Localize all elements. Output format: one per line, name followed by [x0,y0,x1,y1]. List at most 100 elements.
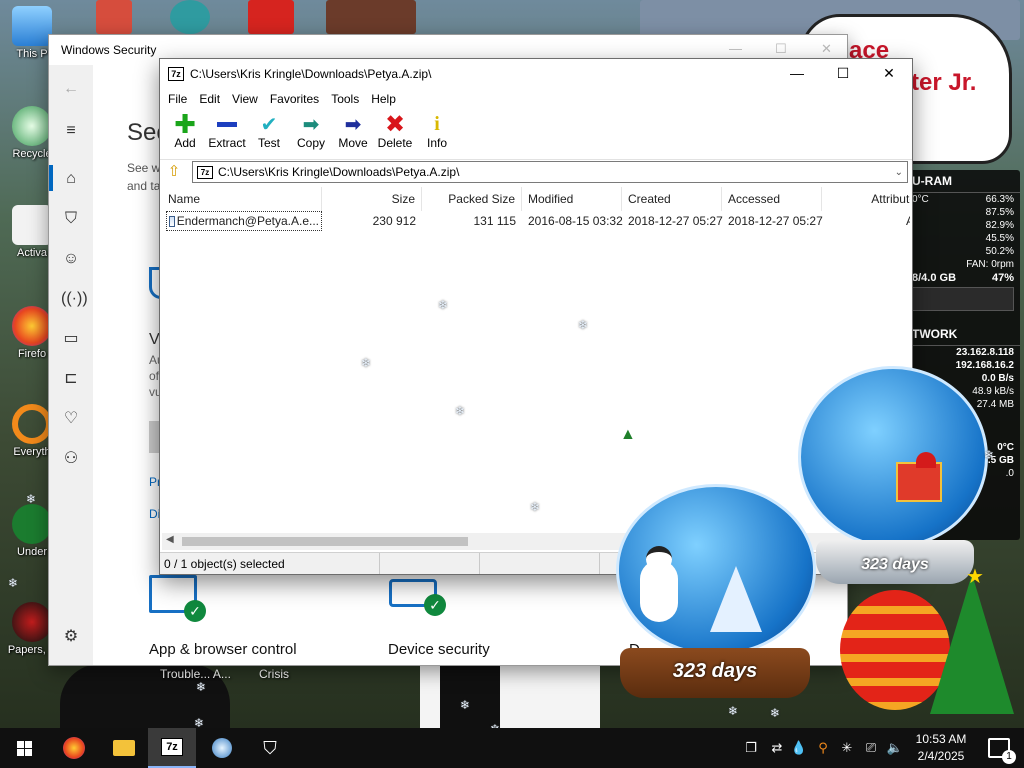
laptop-icon[interactable]: ⊏ [61,369,81,389]
wallpaper-dark-shape-3 [440,664,500,728]
file-size: 230 912 [372,214,416,228]
7zip-logo-icon: 7z [161,738,183,756]
notification-center-button[interactable]: 1 [988,738,1016,764]
taskbar-windows-security[interactable]: ⛉ [246,728,294,768]
add-icon: ✚ [174,108,196,139]
snowflake-icon: ❄ [460,698,471,712]
info-button[interactable]: i Info [416,110,458,151]
gadget-rate3: 27.4 MB [976,399,1014,410]
add-button[interactable]: ✚ Add [164,108,206,151]
scrollbar-thumb[interactable] [182,537,468,546]
app-browser-tile-icon: ✓ [149,575,206,622]
home-icon[interactable]: ⌂ [61,169,81,189]
move-label: Move [338,136,368,150]
address-combobox[interactable]: 7z C:\Users\Kris Kringle\Downloads\Petya… [192,161,908,183]
add-label: Add [174,136,196,150]
menu-favorites[interactable]: Favorites [264,92,325,106]
volume-muted-icon[interactable]: 🔈 [886,739,904,757]
network-icon[interactable]: ⎚ [862,739,880,757]
desktop-icon-label: This P [16,48,48,60]
close-button[interactable]: ✕ [866,59,912,88]
snowflake-icon: ❄ [578,318,589,332]
test-icon: ✔ [260,113,278,136]
7zip-file-manager-window[interactable]: 7z C:\Users\Kris Kringle\Downloads\Petya… [159,58,913,575]
menu-help[interactable]: Help [365,92,402,106]
minimize-button[interactable]: — [774,59,820,88]
maximize-button[interactable]: ☐ [775,41,787,57]
snowflake-icon: ❄ [361,356,372,370]
menu-bar: File Edit View Favorites Tools Help [160,88,912,110]
copy-label: Copy [296,136,325,150]
menu-edit[interactable]: Edit [193,92,226,106]
move-icon: ➡ [344,113,362,136]
magnifier-icon [12,404,52,444]
column-header-attribute[interactable]: Attribute [822,187,910,211]
back-arrow-icon[interactable]: ← [61,79,81,99]
column-header-accessed[interactable]: Accessed [722,187,822,211]
info-label: Info [426,136,447,150]
column-header-size[interactable]: Size [322,187,422,211]
menu-file[interactable]: File [162,92,193,106]
address-path: C:\Users\Kris Kringle\Downloads\Petya.A.… [218,165,460,179]
app-browser-control-tile[interactable]: App & browser control [149,641,297,658]
scroll-left-arrow-icon[interactable]: ◀ [166,534,174,545]
gift-boxes-icon [896,462,942,502]
delete-icon: ✖ [384,110,406,138]
file-list[interactable]: Name Size Packed Size Modified Created A… [162,187,910,533]
maximize-button[interactable]: ☐ [820,59,866,88]
window-title: C:\Users\Kris Kringle\Downloads\Petya.A.… [190,66,432,81]
delete-button[interactable]: ✖ Delete [374,110,416,151]
start-button[interactable] [0,728,48,768]
taskbar: 7z ⛉ ❐ ⇄ 💧 ⚲ ✳ ⎚ 🔈 10:53 AM 2/4/2025 1 [0,728,1024,768]
copy-button[interactable]: ➡ Copy [290,110,332,151]
task-view-icon[interactable]: ❐ [742,739,760,757]
gadget-row: 82.9% [906,219,1020,232]
test-button[interactable]: ✔ Test [248,110,290,151]
desktop-icon-label: Activa [17,247,47,259]
droplet-icon[interactable]: 💧 [790,739,808,757]
hamburger-menu-icon[interactable]: ≡ [61,121,81,141]
device-security-tile[interactable]: Device security [388,641,490,658]
snowflake-tray-icon[interactable]: ✳ [838,739,856,757]
column-header-modified[interactable]: Modified [522,187,622,211]
taskbar-file-explorer[interactable] [100,728,148,768]
taskbar-clock[interactable]: 10:53 AM 2/4/2025 [910,731,972,765]
minimize-button[interactable]: — [729,41,742,56]
folder-up-icon[interactable]: ⇧ [164,162,184,182]
taskbar-app-globe[interactable] [198,728,246,768]
snowflake-icon: ❄ [455,404,466,418]
column-header-packed-size[interactable]: Packed Size [422,187,522,211]
family-icon[interactable]: ⚇ [61,449,81,469]
heart-pulse-icon[interactable]: ♡ [61,409,81,429]
shield-icon: ⛉ [263,737,277,758]
move-button[interactable]: ➡ Move [332,110,374,151]
globe-app-icon [212,738,232,758]
close-button[interactable]: ✕ [821,41,832,57]
column-header-created[interactable]: Created [622,187,722,211]
gadget-temp2: 0°C [997,442,1014,453]
search-icon[interactable]: ⚲ [814,739,832,757]
status-cell-3 [480,553,600,574]
menu-view[interactable]: View [226,92,264,106]
wallpaper-thumb-4 [326,0,416,34]
chevron-down-icon[interactable]: ⌄ [895,167,903,178]
file-name-cell[interactable]: Endermanch@Petya.A.e... [166,211,322,231]
shield-icon[interactable]: ⛉ [61,209,81,229]
gadget-pct-3: 45.5% [985,233,1014,244]
wifi-icon[interactable]: ((·)) [61,289,88,309]
app-browser-icon[interactable]: ▭ [61,329,81,349]
gear-icon[interactable]: ⚙ [61,627,81,647]
santa-hat-icon [916,452,936,468]
gadget-row-temp: 0°C 66.3% [906,193,1020,206]
person-icon[interactable]: ☺ [61,249,81,269]
desktop-icon-label: Firefo [17,348,47,360]
column-header-name[interactable]: Name [162,187,322,211]
taskbar-firefox[interactable] [50,728,98,768]
network-share-icon[interactable]: ⇄ [768,739,786,757]
extract-icon [213,110,241,138]
snow-globe-base: 323 days [620,648,810,698]
windows-logo-icon [16,740,32,756]
menu-tools[interactable]: Tools [325,92,365,106]
taskbar-7zip[interactable]: 7z [148,728,196,768]
extract-button[interactable]: Extract [206,110,248,150]
